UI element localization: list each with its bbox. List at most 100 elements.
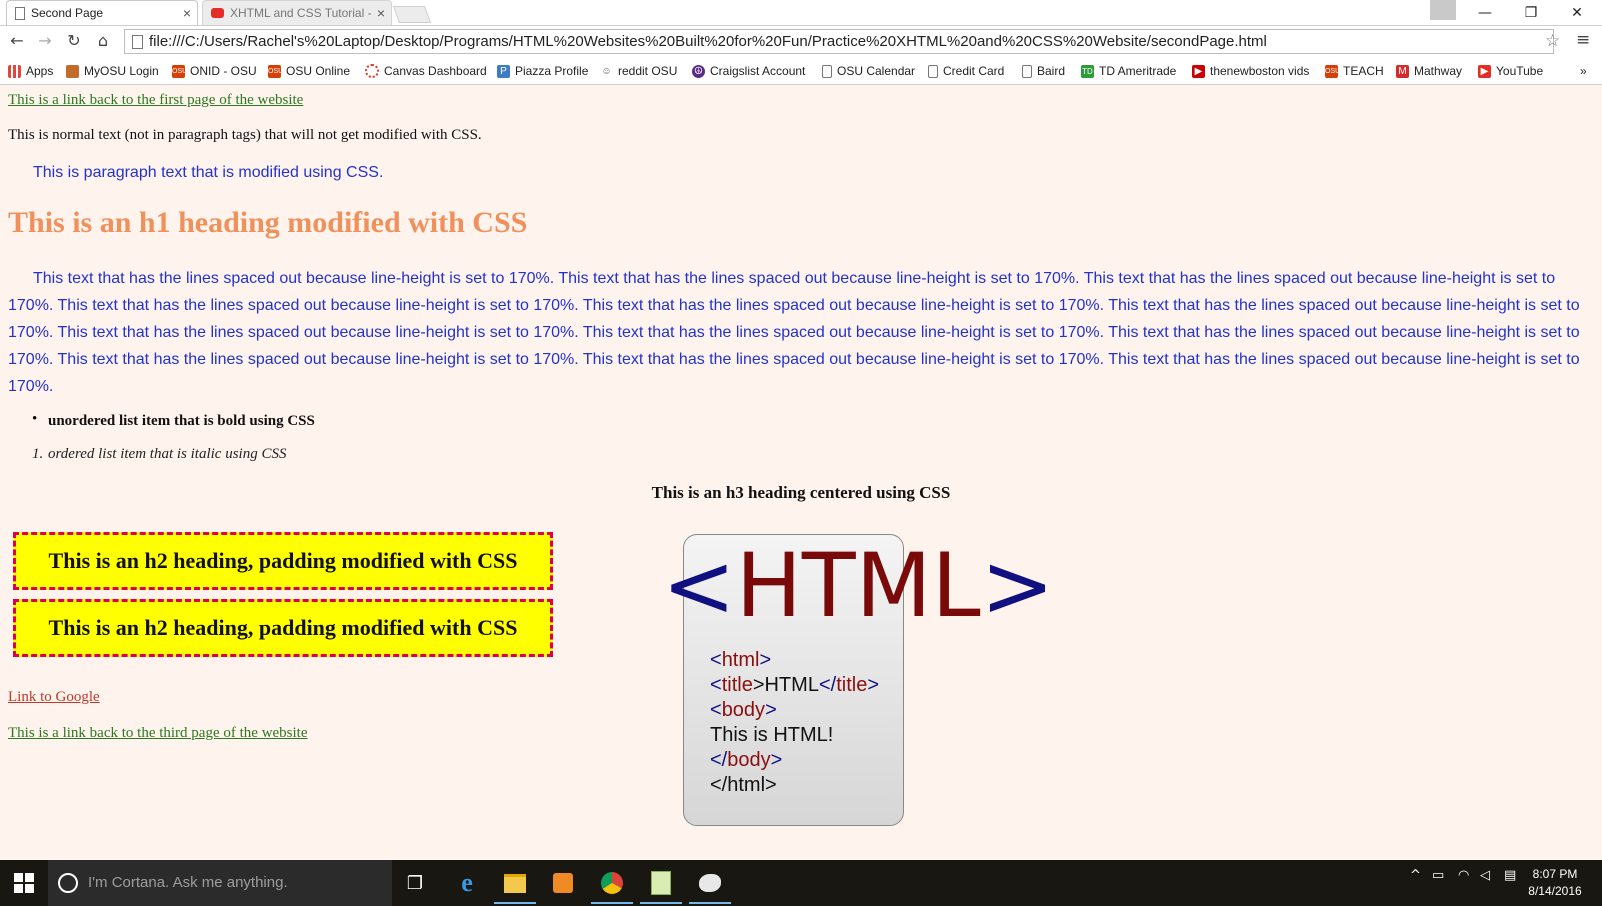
wifi-icon[interactable]: ◠	[1458, 868, 1469, 883]
bookmark-reddit-osu[interactable]: ☺ reddit OSU	[600, 63, 677, 79]
bookmark-label: YouTube	[1496, 64, 1544, 78]
bookmarks-overflow-button[interactable]: »	[1580, 63, 1587, 79]
close-window-icon[interactable]: ✕	[1554, 0, 1600, 25]
page-icon	[928, 64, 938, 78]
bookmark-apps[interactable]: Apps	[8, 63, 53, 79]
tab-second-page[interactable]: Second Page ×	[6, 0, 198, 25]
bookmark-mathway[interactable]: M Mathway	[1396, 63, 1462, 79]
back-icon[interactable]: ←	[6, 30, 28, 52]
td-icon: TD	[1081, 64, 1094, 78]
search-placeholder: I'm Cortana. Ask me anything.	[88, 874, 288, 891]
bookmark-label: TD Ameritrade	[1099, 64, 1177, 78]
code-token: </	[818, 674, 837, 696]
show-hidden-icons-icon[interactable]: ^	[1410, 868, 1421, 883]
code-token: >	[759, 649, 772, 671]
code-token: <	[710, 699, 722, 721]
code-line: <html>	[710, 649, 771, 672]
cortana-icon	[58, 873, 78, 893]
code-token: >HTML	[752, 674, 819, 696]
bookmark-label: ONID - OSU	[190, 64, 257, 78]
h2-heading-box: This is an h2 heading, padding modified …	[13, 532, 553, 590]
restore-icon[interactable]: ❐	[1508, 0, 1554, 25]
home-icon[interactable]: ⌂	[92, 30, 114, 52]
bookmark-label: Canvas Dashboard	[384, 64, 487, 78]
forward-icon[interactable]: →	[34, 30, 56, 52]
osu-coe-icon: OSU	[1325, 64, 1340, 78]
youtube-icon: ▶	[1478, 64, 1491, 78]
bookmarks-bar: Apps MyOSU Login OSU ONID - OSU OSU OSU …	[0, 59, 1602, 85]
task-view-icon[interactable]: ❐	[400, 868, 430, 898]
bookmark-credit-card[interactable]: Credit Card	[928, 63, 1004, 79]
osu-icon: OSU	[268, 64, 283, 78]
bookmark-youtube[interactable]: ▶ YouTube	[1478, 63, 1543, 79]
h2-heading: This is an h2 heading, padding modified …	[48, 548, 518, 573]
tab-xhtml-css-tutorial[interactable]: XHTML and CSS Tutorial - ×	[202, 0, 392, 25]
menu-icon[interactable]: ≡	[1576, 30, 1590, 50]
minimize-icon[interactable]: —	[1462, 0, 1508, 25]
bookmark-canvas-dashboard[interactable]: Canvas Dashboard	[365, 63, 487, 79]
close-icon[interactable]: ×	[377, 5, 385, 21]
edge-icon[interactable]: e	[452, 868, 482, 898]
bookmark-baird[interactable]: Baird	[1022, 63, 1065, 79]
bookmark-craigslist-account[interactable]: ☮ Craigslist Account	[692, 63, 805, 79]
code-token: </	[710, 749, 728, 771]
bookmark-onid-osu[interactable]: OSU ONID - OSU	[172, 63, 257, 79]
mathway-icon: M	[1396, 64, 1409, 78]
unordered-list-item: unordered list item that is bold using C…	[48, 413, 315, 429]
link-first-page[interactable]: This is a link back to the first page of…	[8, 92, 303, 109]
bookmark-label: Baird	[1037, 64, 1066, 78]
code-token: </	[710, 774, 728, 796]
code-token: body	[727, 749, 771, 771]
action-center-icon[interactable]: ▤	[1504, 868, 1516, 883]
code-token: >	[867, 674, 879, 696]
bookmark-label: thenewboston vids	[1210, 64, 1310, 78]
logo-bracket-open: <	[662, 534, 736, 637]
peace-icon: ☮	[692, 64, 705, 78]
new-tab-button[interactable]	[392, 6, 432, 23]
close-icon[interactable]: ×	[183, 5, 191, 21]
profile-icon[interactable]	[1430, 0, 1456, 20]
canvas-icon	[365, 64, 379, 78]
paint-icon[interactable]	[689, 868, 731, 904]
tab-label: XHTML and CSS Tutorial -	[230, 6, 372, 20]
bookmark-thenewboston-vids[interactable]: ▶ thenewboston vids	[1192, 63, 1309, 79]
link-google[interactable]: Link to Google	[8, 689, 100, 706]
windows-taskbar: I'm Cortana. Ask me anything. ❐ e ^ ▭ ◠ …	[0, 860, 1602, 906]
line-height-paragraph: This text that has the lines spaced out …	[8, 270, 1580, 395]
cortana-search-box[interactable]: I'm Cortana. Ask me anything.	[48, 860, 392, 906]
code-token: title	[721, 674, 753, 696]
code-token: <	[710, 649, 722, 671]
bookmark-teach[interactable]: OSU TEACH	[1325, 63, 1384, 79]
bookmark-star-icon[interactable]: ☆	[1545, 31, 1560, 51]
volume-icon[interactable]: ◁	[1480, 868, 1490, 883]
reload-icon[interactable]: ↻	[63, 30, 85, 52]
address-bar[interactable]: file:///C:/Users/Rachel's%20Laptop/Deskt…	[124, 29, 1554, 54]
chrome-icon[interactable]	[591, 868, 633, 904]
file-explorer-icon[interactable]	[494, 868, 536, 904]
bullet-icon: •	[32, 411, 38, 427]
page-info-icon[interactable]	[132, 35, 143, 49]
battery-icon[interactable]: ▭	[1432, 868, 1444, 883]
code-token: This is HTML!	[710, 724, 834, 746]
clock-date: 8/14/2016	[1528, 884, 1582, 898]
bookmark-label: Credit Card	[943, 64, 1005, 78]
piazza-icon: P	[497, 64, 510, 78]
system-clock[interactable]: 8:07 PM 8/14/2016	[1520, 866, 1590, 900]
bookmark-label: Craigslist Account	[710, 64, 806, 78]
code-line: </body>	[710, 749, 782, 772]
bookmark-piazza-profile[interactable]: P Piazza Profile	[497, 63, 588, 79]
code-token: >	[765, 699, 777, 721]
page-icon	[822, 64, 832, 78]
h2-heading: This is an h2 heading, padding modified …	[48, 615, 518, 640]
link-third-page[interactable]: This is a link back to the third page of…	[8, 725, 308, 742]
logo-word: HTML	[735, 534, 981, 637]
bookmark-td-ameritrade[interactable]: TD TD Ameritrade	[1081, 63, 1176, 79]
bookmark-osu-calendar[interactable]: OSU Calendar	[822, 63, 915, 79]
bookmark-label: MyOSU Login	[84, 64, 159, 78]
media-player-icon[interactable]	[548, 868, 578, 898]
bookmark-label: reddit OSU	[618, 64, 678, 78]
start-button[interactable]	[14, 873, 34, 893]
bookmark-myosu-login[interactable]: MyOSU Login	[66, 63, 159, 79]
bookmark-osu-online[interactable]: OSU OSU Online	[268, 63, 350, 79]
notepad-plus-plus-icon[interactable]	[640, 868, 682, 904]
